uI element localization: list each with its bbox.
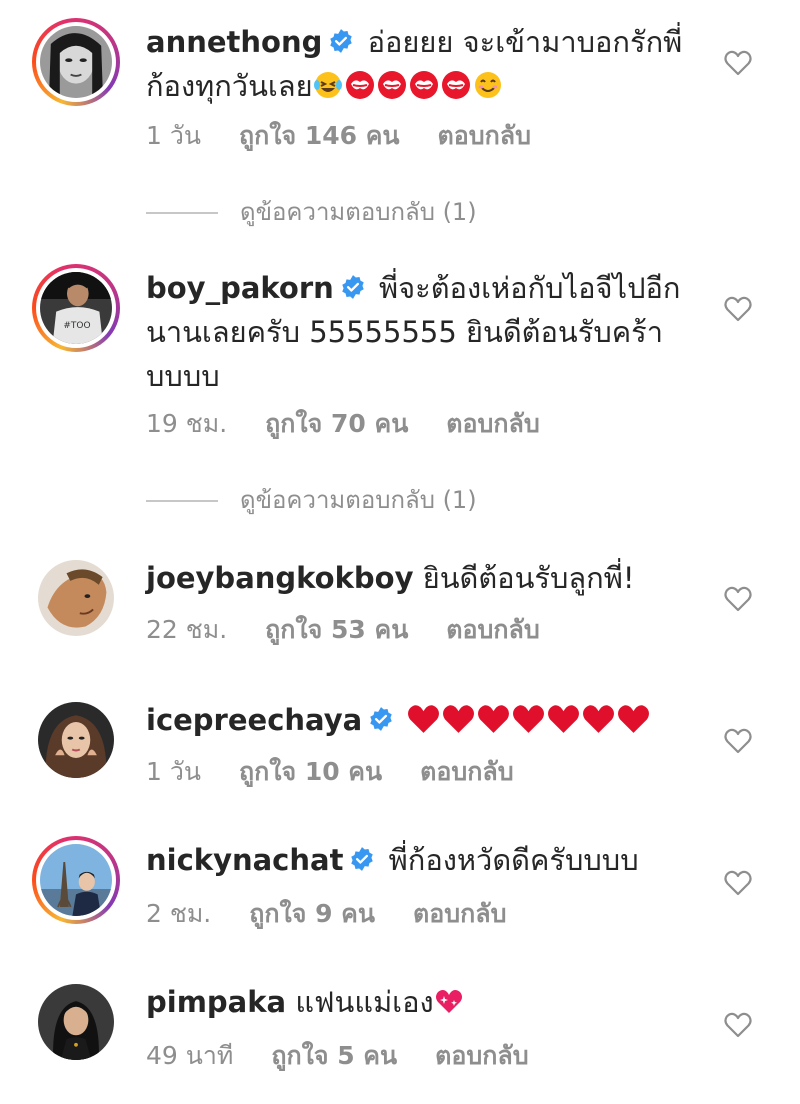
comment-body-line2: นานเลยครับ 55555555 ยินดีต้อนรับคร้า: [146, 315, 664, 349]
likes-count[interactable]: ถูกใจ 9 คน: [249, 899, 375, 928]
view-replies-label[interactable]: ดูข้อความตอบกลับ (1): [240, 198, 477, 226]
username[interactable]: boy_pakorn: [146, 271, 334, 305]
kiss-mark-emoji: [441, 71, 470, 99]
kiss-mark-emoji: [345, 71, 374, 99]
comment-body-line1: พี่จะต้องเห่อกับไอจีไปอีก: [379, 271, 681, 305]
svg-text:#TOO: #TOO: [63, 321, 90, 331]
avatar[interactable]: [32, 554, 120, 642]
kiss-mark-emoji: [377, 71, 406, 99]
username[interactable]: pimpaka: [146, 985, 286, 1019]
comment-text: annethong อ่อยยย จะเข้ามาบอกรักพี่ ก้องท…: [146, 20, 706, 108]
reply-button[interactable]: ตอบกลับ: [435, 1041, 528, 1070]
avatar[interactable]: #TOO: [32, 264, 120, 352]
comment-time: 49 นาที: [146, 1041, 234, 1070]
avatar[interactable]: [32, 696, 120, 784]
avatar[interactable]: [32, 836, 120, 924]
red-heart-emoji: [408, 705, 440, 733]
verified-badge-icon: [330, 29, 353, 53]
comment-body-line1: แฟนแม่เอง: [295, 985, 434, 1019]
red-heart-emoji: [513, 705, 545, 733]
reply-button[interactable]: ตอบกลับ: [438, 121, 531, 150]
comment-body-line1: ยินดีต้อนรับลูกพี่!: [422, 561, 635, 595]
red-heart-emoji: [618, 705, 650, 733]
kiss-mark-emoji: [409, 71, 438, 99]
comment-body-line2: ก้องทุกวันเลย: [146, 69, 313, 103]
sparkling-heart-emoji: [435, 990, 462, 1013]
comment-meta: 1 วัน ถูกใจ 146 คน ตอบกลับ: [146, 116, 569, 156]
comment-body-line1: อ่อยยย จะเข้ามาบอกรักพี่: [367, 25, 683, 59]
comment-time: 19 ชม.: [146, 409, 228, 438]
verified-badge-icon: [351, 847, 374, 871]
comment-meta: 49 นาที ถูกใจ 5 คน ตอบกลับ: [146, 1036, 567, 1076]
smiling-emoji: [474, 72, 501, 98]
comment-time: 1 วัน: [146, 121, 201, 150]
username[interactable]: nickynachat: [146, 843, 343, 877]
like-heart-icon[interactable]: [724, 586, 752, 612]
comment-meta: 22 ชม. ถูกใจ 53 คน ตอบกลับ: [146, 610, 578, 650]
likes-count[interactable]: ถูกใจ 53 คน: [265, 615, 408, 644]
divider-line: [146, 500, 218, 502]
view-replies-link[interactable]: ดูข้อความตอบกลับ (1): [146, 192, 477, 231]
comment-time: 1 วัน: [146, 757, 201, 786]
comment-body-line1: พี่ก้องหวัดดีครับบบบ: [388, 843, 639, 877]
like-heart-icon[interactable]: [724, 870, 752, 896]
likes-count[interactable]: ถูกใจ 10 คน: [239, 757, 382, 786]
red-heart-emoji: [548, 705, 580, 733]
comment-text: icepreechaya: [146, 698, 706, 742]
reply-button[interactable]: ตอบกลับ: [446, 409, 539, 438]
username[interactable]: annethong: [146, 25, 322, 59]
view-replies-label[interactable]: ดูข้อความตอบกลับ (1): [240, 486, 477, 514]
reply-button[interactable]: ตอบกลับ: [446, 615, 539, 644]
avatar[interactable]: [32, 18, 120, 106]
comment-time: 2 ชม.: [146, 899, 212, 928]
comment-meta: 19 ชม. ถูกใจ 70 คน ตอบกลับ: [146, 404, 578, 444]
likes-count[interactable]: ถูกใจ 5 คน: [271, 1041, 397, 1070]
red-heart-emoji: [443, 705, 475, 733]
avatar[interactable]: [32, 978, 120, 1066]
likes-count[interactable]: ถูกใจ 146 คน: [239, 121, 400, 150]
like-heart-icon[interactable]: [724, 1012, 752, 1038]
comment-text: pimpaka แฟนแม่เอง: [146, 980, 706, 1024]
like-heart-icon[interactable]: [724, 728, 752, 754]
comment-body-line3: บบบบ: [146, 359, 220, 393]
verified-badge-icon: [342, 275, 364, 299]
reply-button[interactable]: ตอบกลับ: [413, 899, 506, 928]
comment-text: nickynachat พี่ก้องหวัดดีครับบบบ: [146, 838, 706, 882]
comment-meta: 1 วัน ถูกใจ 10 คน ตอบกลับ: [146, 752, 552, 792]
like-heart-icon[interactable]: [724, 50, 752, 76]
username[interactable]: joeybangkokboy: [146, 561, 413, 595]
likes-count[interactable]: ถูกใจ 70 คน: [265, 409, 408, 438]
username[interactable]: icepreechaya: [146, 703, 362, 737]
comment-text: joeybangkokboy ยินดีต้อนรับลูกพี่!: [146, 556, 706, 600]
divider-line: [146, 212, 218, 214]
comment-time: 22 ชม.: [146, 615, 228, 644]
red-heart-emoji: [583, 705, 615, 733]
laughing-tears-emoji: [313, 72, 342, 98]
comment-meta: 2 ชม. ถูกใจ 9 คน ตอบกลับ: [146, 894, 544, 934]
like-heart-icon[interactable]: [724, 296, 752, 322]
reply-button[interactable]: ตอบกลับ: [420, 757, 513, 786]
view-replies-link[interactable]: ดูข้อความตอบกลับ (1): [146, 480, 477, 519]
verified-badge-icon: [370, 707, 392, 731]
comment-text: boy_pakorn พี่จะต้องเห่อกับไอจีไปอีก นาน…: [146, 266, 706, 398]
red-heart-emoji: [478, 705, 510, 733]
